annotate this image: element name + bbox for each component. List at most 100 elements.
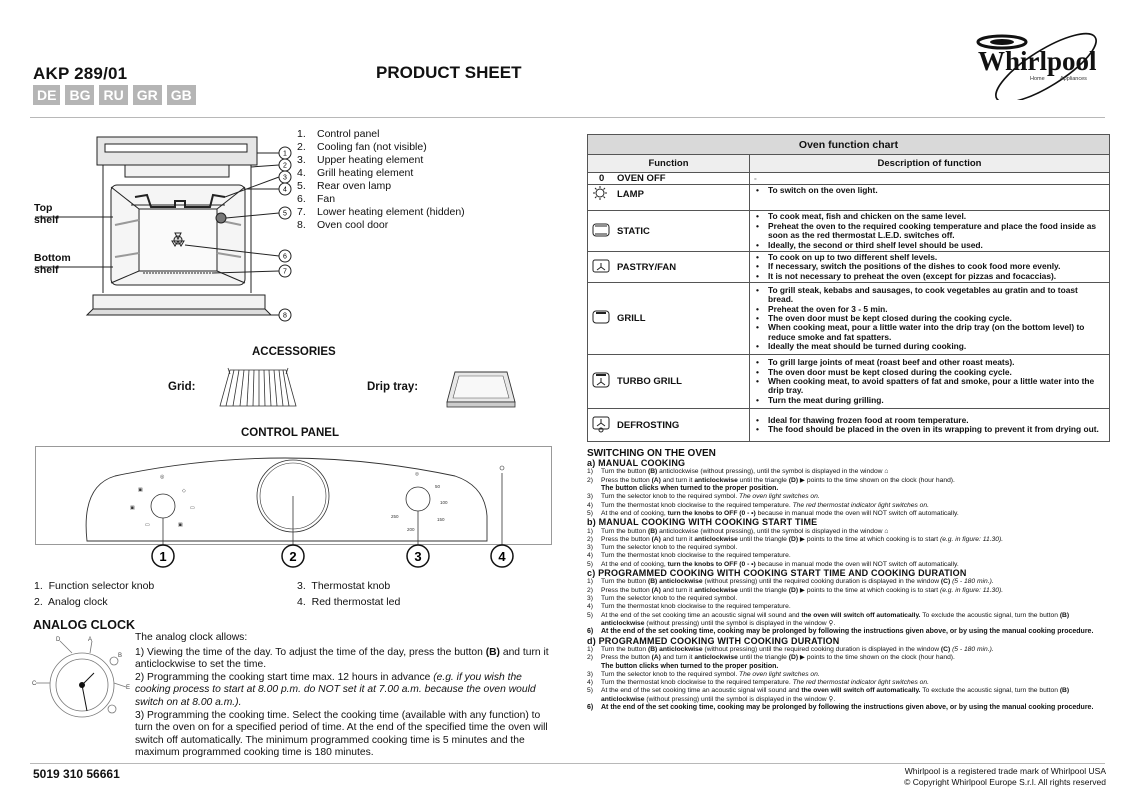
thermostat-knob[interactable]	[405, 486, 431, 512]
function-name-cell: LAMP	[587, 184, 750, 212]
svg-text:▣: ▣	[138, 487, 143, 493]
thermostat-mark: 100	[440, 500, 448, 505]
column-header-description: Description of function	[749, 154, 1110, 173]
document-code: 5019 310 56661	[33, 767, 120, 781]
function-row-lamp: LAMP To switch on the oven light.	[587, 184, 1110, 212]
legend-item: 4. Red thermostat led	[297, 596, 401, 608]
header-divider	[30, 117, 1105, 118]
clock-point-3: 3) Programming the cooking time. Select …	[135, 709, 548, 759]
clock-label-b: B	[118, 653, 122, 659]
accessories-heading: ACCESSORIES	[252, 346, 336, 358]
manual-cooking-heading: a) MANUAL COOKING	[587, 458, 686, 468]
clock-label-a: A	[88, 637, 92, 643]
brand-tagline-home: Home	[1030, 76, 1045, 82]
control-panel-heading: CONTROL PANEL	[241, 427, 339, 439]
lang-badge-gb[interactable]: GB	[166, 85, 196, 105]
oven-parts-list: 1. Control panel 2. Cooling fan (not visib…	[297, 128, 465, 232]
callout-2: 2	[278, 158, 292, 172]
description-bullet: It is not necessary to preheat the oven …	[754, 271, 1105, 282]
svg-text:6: 6	[283, 254, 287, 261]
programmed-start-duration-heading: c) PROGRAMMED COOKING WITH COOKING START…	[587, 568, 967, 579]
trademark-text: Whirlpool is a registered trade mark of …	[904, 766, 1106, 776]
svg-text:◎: ◎	[160, 474, 165, 480]
svg-text:2: 2	[283, 163, 287, 170]
part-item: 3. Upper heating element	[297, 154, 424, 166]
callout-8: 8	[278, 308, 292, 322]
lang-badge-ru[interactable]: RU	[99, 85, 128, 105]
clock-intro: The analog clock allows:	[135, 632, 248, 643]
thermostat-mark: 50	[435, 484, 441, 489]
function-selector-knob[interactable]	[150, 493, 176, 519]
manual-cooking-steps: 1) Turn the button (B) anticlockwise (wit…	[587, 468, 1109, 518]
lang-badge-bg[interactable]: BG	[65, 85, 95, 105]
callout-1: 1	[151, 544, 175, 568]
thermostat-mark: 250	[391, 514, 399, 519]
analog-clock-heading: ANALOG CLOCK	[33, 618, 136, 632]
instruction-step: 1) Turn the button (B) anticlockwise (wit…	[587, 527, 889, 535]
instruction-step: 3) Turn the selector knob to the required…	[587, 670, 820, 678]
description-bullet: When cooking meat, to avoid spatters of …	[754, 376, 1105, 396]
thermostat-mark: 200	[407, 527, 415, 532]
legend-item: 2. Analog clock	[34, 596, 108, 608]
function-name: TURBO GRILL	[617, 376, 682, 388]
instruction-step: 4) Turn the thermostat knob clockwise to …	[587, 603, 791, 611]
language-badges: DE BG RU GR GB	[33, 85, 196, 105]
function-name-cell: TURBO GRILL	[587, 354, 750, 410]
instruction-step: 4) Turn the thermostat knob clockwise to …	[587, 552, 791, 560]
callout-4: 4	[490, 544, 514, 568]
off-position-marker: 0	[599, 173, 605, 185]
brand-name: Whirlpool	[978, 46, 1097, 76]
legend-item: 1. Function selector knob	[34, 580, 155, 592]
step-note: The button clicks when turned to the pro…	[601, 485, 779, 492]
svg-text:3: 3	[414, 549, 421, 564]
part-item: 4. Grill heating element	[297, 167, 414, 179]
clock-point-1: 1) Viewing the time of the day. To adjus…	[135, 646, 549, 671]
instruction-step: 3) Turn the selector knob to the required…	[587, 595, 738, 603]
instruction-step: 2) Press the button (A) and turn it antic…	[587, 535, 1004, 543]
callout-4: 4	[278, 182, 292, 196]
svg-text:4: 4	[498, 549, 506, 564]
description-bullet: Ideally the meat should be turned during…	[754, 341, 1105, 352]
lang-badge-de[interactable]: DE	[33, 85, 61, 105]
instruction-step: 1) Turn the button (B) anticlockwise (wit…	[587, 468, 889, 476]
callout-6: 6	[278, 249, 292, 263]
column-header-function: Function	[587, 154, 750, 173]
lang-badge-gr[interactable]: GR	[132, 85, 162, 105]
callout-3: 3	[278, 170, 292, 184]
function-name: GRILL	[617, 313, 646, 325]
instruction-step: 5) At the end of the set cooking time an …	[587, 687, 1070, 703]
clock-point-2: 2) Programming the cooking start time ma…	[135, 671, 536, 708]
instruction-step: 4) Turn the thermostat knob clockwise to …	[587, 679, 929, 687]
callout-7: 7	[278, 264, 292, 278]
description-bullet: To grill steak, kebabs and sausages, to …	[754, 285, 1105, 305]
instruction-step: 2) Press the button (A) and turn it antic…	[587, 586, 1004, 594]
control-panel-callouts: 1 2 3 4	[151, 544, 514, 568]
oven-function-chart: Oven function chart Function Description…	[587, 134, 1110, 443]
function-name-cell: PASTRY/FAN	[587, 251, 750, 284]
instruction-step: 6) At the end of the set cooking time, co…	[587, 704, 1094, 712]
function-row-grill: GRILL To grill steak, kebabs and sausages…	[587, 282, 1110, 356]
control-panel-diagram: ◎▣ ◇ ▣ ▭▭ ▣ ◎ 50 100 150 200 250	[35, 446, 552, 545]
clock-label-d: D	[56, 637, 61, 643]
clock-label-c: C	[32, 681, 37, 687]
part-item: 5. Rear oven lamp	[297, 180, 392, 192]
function-name: STATIC	[617, 225, 650, 237]
function-description-cell: To grill large joints of meat (roast bee…	[749, 354, 1110, 410]
callout-3: 3	[406, 544, 430, 568]
function-name-cell: GRILL	[587, 282, 750, 356]
part-item: 6. Fan	[297, 193, 336, 205]
svg-text:▣: ▣	[130, 505, 135, 511]
description-bullet: Preheat the oven to the required cooking…	[754, 221, 1105, 241]
svg-text:4: 4	[283, 187, 287, 194]
page-title: PRODUCT SHEET	[376, 63, 522, 82]
programmed-start-duration-steps: 1) Turn the button (B) anticlockwise (wit…	[587, 578, 1109, 636]
svg-text:▭: ▭	[190, 505, 195, 511]
function-description-cell: To grill steak, kebabs and sausages, to …	[749, 282, 1110, 356]
switching-on-section: SWITCHING ON THE OVEN a) MANUAL COOKING …	[587, 449, 1109, 712]
description-bullet: To switch on the oven light.	[754, 185, 1105, 196]
whirlpool-logo: Whirlpool Home Appliances	[976, 32, 1097, 100]
legal-notice: Whirlpool is a registered trade mark of …	[904, 766, 1106, 787]
part-item: 7. Lower heating element (hidden)	[297, 206, 465, 218]
function-description-cell: -	[749, 171, 1110, 186]
grill-icon	[591, 309, 617, 328]
